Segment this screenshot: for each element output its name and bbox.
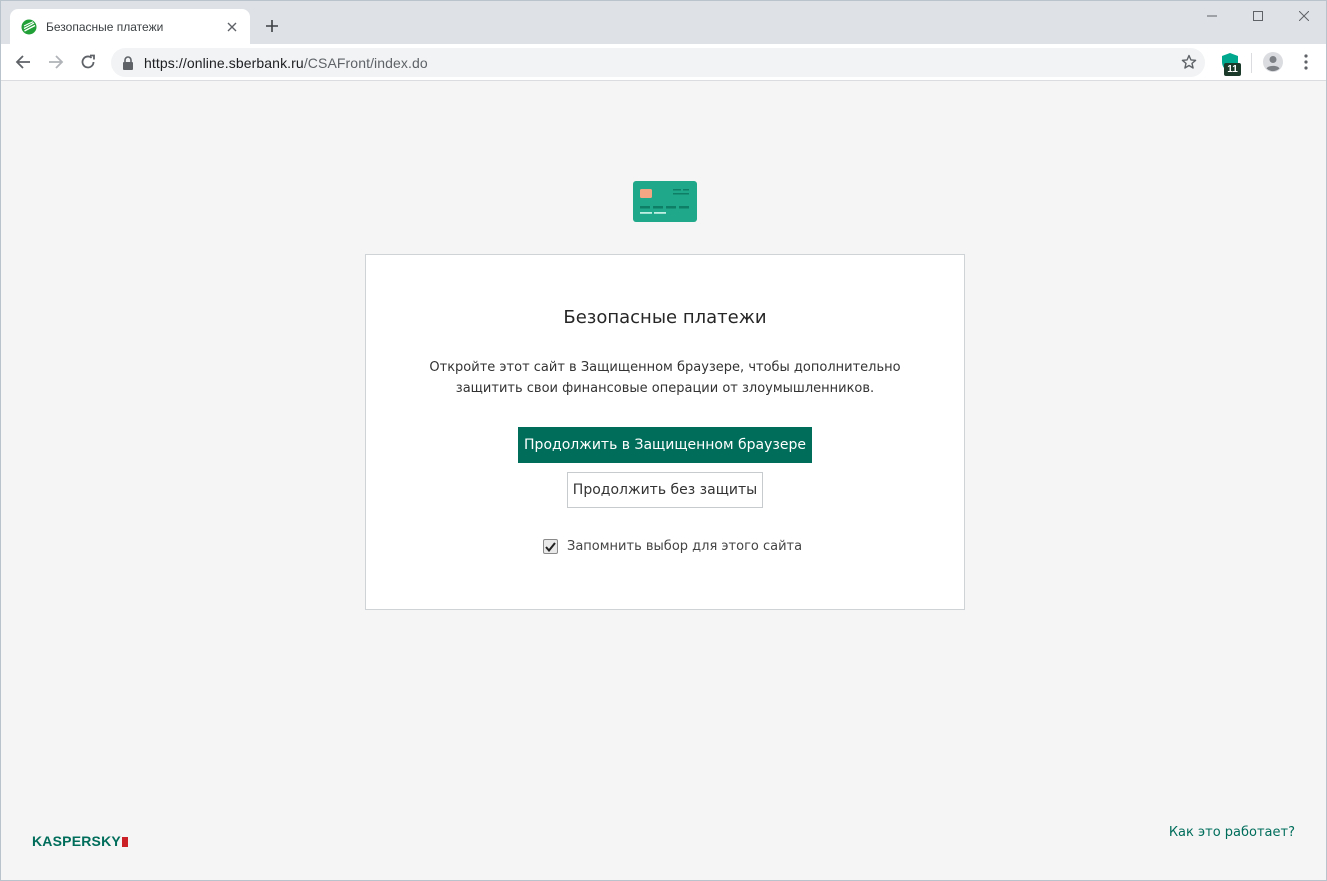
safe-money-dialog: Безопасные платежи Откройте этот сайт в … [365,254,965,610]
lock-icon [123,55,133,70]
new-tab-button[interactable] [261,15,283,37]
browser-menu-button[interactable] [1296,51,1316,73]
arrow-right-icon [49,55,64,69]
dialog-title: Безопасные платежи [563,307,767,328]
checkbox-checked-icon[interactable] [543,539,558,554]
extension-badge: 11 [1224,63,1241,76]
kaspersky-logo-text: KASPERSKY [32,833,121,849]
browser-window: Безопасные платежи https://online.sberba… [0,0,1327,881]
maximize-icon [1253,11,1263,21]
profile-avatar-icon[interactable] [1262,51,1284,73]
reload-icon [81,54,95,69]
close-window-button[interactable] [1281,1,1327,31]
kaspersky-logo: KASPERSKY [32,833,128,849]
url-text: https://online.sberbank.ru/CSAFront/inde… [144,55,428,71]
maximize-button[interactable] [1235,1,1281,31]
arrow-left-icon [15,55,30,69]
minimize-button[interactable] [1189,1,1235,31]
reload-button[interactable] [74,48,102,76]
sberbank-favicon-icon [21,19,37,34]
more-vert-icon [1304,54,1308,70]
continue-protected-button[interactable]: Продолжить в Защищенном браузере [518,427,812,463]
tab-strip: Безопасные платежи [1,1,1326,44]
browser-toolbar: https://online.sberbank.ru/CSAFront/inde… [1,44,1326,81]
tab-close-icon[interactable] [224,19,240,35]
kaspersky-lab-mark-icon [121,837,128,847]
minimize-icon [1207,15,1217,17]
credit-card-icon [633,181,697,222]
remember-choice-checkbox[interactable]: Запомнить выбор для этого сайта [543,539,802,554]
forward-button[interactable] [42,48,70,76]
url-path: /CSAFront/index.do [303,54,428,71]
browser-tab-active[interactable]: Безопасные платежи [10,9,250,44]
tab-title: Безопасные платежи [46,19,164,34]
dialog-description: Откройте этот сайт в Защищенном браузере… [429,360,901,396]
url-host: https://online.sberbank.ru [144,54,304,71]
continue-unprotected-button[interactable]: Продолжить без защиты [567,472,763,508]
close-icon [1299,11,1309,21]
address-bar[interactable]: https://online.sberbank.ru/CSAFront/inde… [111,48,1205,77]
toolbar-separator [1251,53,1252,73]
plus-icon [266,20,278,32]
bookmark-star-icon[interactable] [1181,54,1197,70]
remember-choice-label: Запомнить выбор для этого сайта [567,539,803,554]
back-button[interactable] [9,48,37,76]
how-it-works-link[interactable]: Как это работает? [1169,825,1295,840]
